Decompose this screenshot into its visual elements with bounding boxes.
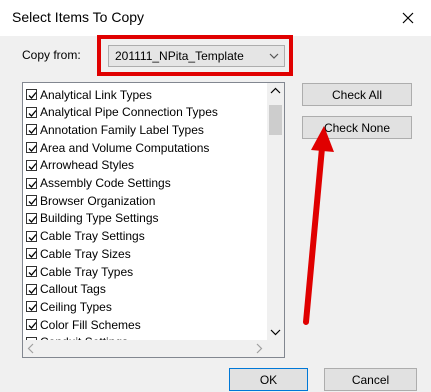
checklist-items: Analytical Link Types Analytical Pipe Con… bbox=[23, 83, 267, 340]
check-all-button[interactable]: Check All bbox=[302, 83, 412, 106]
ok-button[interactable]: OK bbox=[229, 368, 308, 391]
list-item[interactable]: Building Type Settings bbox=[26, 210, 159, 227]
checkmark-icon bbox=[28, 233, 37, 241]
list-item[interactable]: Browser Organization bbox=[26, 192, 155, 209]
checkbox[interactable] bbox=[26, 195, 37, 207]
checkmark-icon bbox=[28, 322, 37, 330]
checkbox[interactable] bbox=[26, 142, 37, 154]
item-label: Browser Organization bbox=[40, 193, 156, 208]
list-item[interactable]: Ceiling Types bbox=[26, 298, 112, 315]
check-none-button[interactable]: Check None bbox=[302, 116, 412, 139]
item-label: Analytical Link Types bbox=[40, 87, 152, 102]
list-item[interactable]: Color Fill Schemes bbox=[26, 316, 141, 333]
checkmark-icon bbox=[28, 286, 37, 294]
scroll-down-icon[interactable] bbox=[267, 323, 284, 340]
item-label: Cable Tray Sizes bbox=[40, 246, 131, 261]
checkmark-icon bbox=[28, 127, 37, 135]
scroll-left-icon[interactable] bbox=[23, 340, 40, 357]
checkbox[interactable] bbox=[26, 319, 37, 331]
checkbox[interactable] bbox=[26, 266, 37, 277]
close-icon bbox=[402, 12, 414, 24]
item-label: Cable Tray Types bbox=[40, 264, 134, 279]
list-item[interactable]: Annotation Family Label Types bbox=[26, 121, 204, 138]
list-item[interactable]: Area and Volume Computations bbox=[26, 139, 209, 156]
checkmark-icon bbox=[28, 92, 37, 99]
checkmark-icon bbox=[28, 145, 37, 153]
checkbox[interactable] bbox=[26, 248, 37, 260]
checkmark-icon bbox=[28, 269, 37, 276]
window-title: Select Items To Copy bbox=[12, 9, 145, 25]
checkbox[interactable] bbox=[26, 301, 37, 313]
close-button[interactable] bbox=[385, 0, 431, 36]
checkmark-icon bbox=[28, 215, 37, 223]
items-checklist[interactable]: Analytical Link Types Analytical Pipe Con… bbox=[22, 82, 285, 358]
scroll-up-icon[interactable] bbox=[267, 83, 284, 100]
vertical-scrollbar[interactable] bbox=[267, 83, 284, 340]
checkmark-icon bbox=[28, 109, 37, 117]
item-label: Annotation Family Label Types bbox=[40, 122, 204, 137]
list-item[interactable]: Analytical Link Types bbox=[26, 86, 152, 103]
item-label: Cable Tray Settings bbox=[40, 229, 145, 244]
horizontal-scrollbar[interactable] bbox=[23, 340, 267, 357]
checkmark-icon bbox=[28, 180, 37, 188]
item-label: Assembly Code Settings bbox=[40, 176, 171, 190]
red-highlight-box bbox=[97, 35, 293, 76]
item-label: Color Fill Schemes bbox=[40, 317, 141, 332]
checkmark-icon bbox=[28, 304, 37, 312]
checkmark-icon bbox=[28, 162, 37, 170]
checkbox[interactable] bbox=[26, 159, 37, 171]
checkbox[interactable] bbox=[26, 283, 37, 295]
item-label: Building Type Settings bbox=[40, 211, 159, 226]
list-item[interactable]: Arrowhead Styles bbox=[26, 157, 134, 174]
list-item[interactable]: Cable Tray Settings bbox=[26, 228, 145, 245]
item-label: Callout Tags bbox=[40, 282, 106, 297]
checkbox[interactable] bbox=[26, 106, 37, 118]
scrollbar-thumb[interactable] bbox=[269, 105, 282, 135]
checkbox[interactable] bbox=[26, 212, 37, 224]
cancel-button[interactable]: Cancel bbox=[324, 368, 417, 391]
title-bar: Select Items To Copy bbox=[0, 0, 431, 36]
checkmark-icon bbox=[28, 251, 37, 259]
scroll-right-icon[interactable] bbox=[250, 340, 267, 357]
checkbox[interactable] bbox=[26, 177, 37, 189]
list-item[interactable]: Callout Tags bbox=[26, 281, 106, 298]
list-item[interactable]: Cable Tray Types bbox=[26, 263, 133, 280]
item-label: Area and Volume Computations bbox=[40, 140, 210, 155]
scrollbar-corner bbox=[267, 340, 284, 357]
checkmark-icon bbox=[28, 198, 37, 206]
checkbox[interactable] bbox=[26, 124, 37, 136]
checkbox[interactable] bbox=[26, 230, 37, 242]
copy-from-label: Copy from: bbox=[22, 48, 81, 62]
list-item[interactable]: Analytical Pipe Connection Types bbox=[26, 104, 218, 121]
item-label: Ceiling Types bbox=[40, 299, 112, 314]
item-label: Analytical Pipe Connection Types bbox=[40, 105, 218, 120]
checkbox[interactable] bbox=[26, 89, 37, 100]
item-label: Arrowhead Styles bbox=[40, 158, 135, 173]
list-item[interactable]: Assembly Code Settings bbox=[26, 175, 171, 192]
list-item[interactable]: Cable Tray Sizes bbox=[26, 245, 131, 262]
